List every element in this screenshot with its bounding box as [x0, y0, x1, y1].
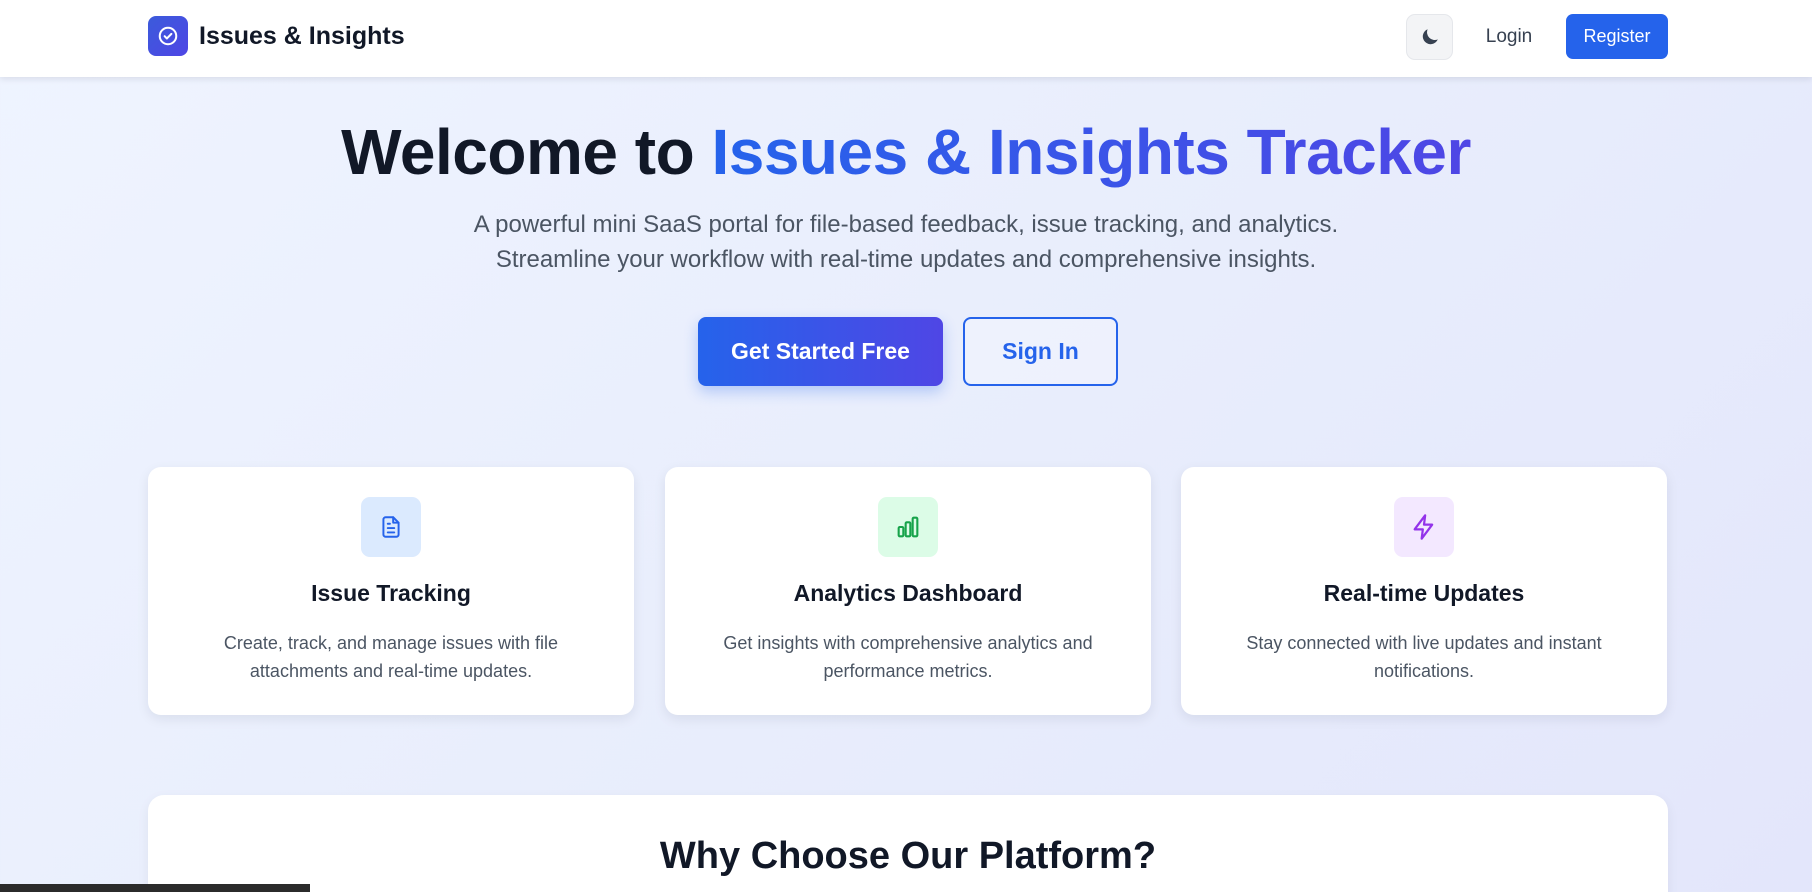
feature-card-analytics-dashboard: Analytics Dashboard Get insights with co…	[665, 467, 1151, 715]
feature-title: Issue Tracking	[311, 580, 471, 606]
feature-card-issue-tracking: Issue Tracking Create, track, and manage…	[148, 467, 634, 715]
bar-chart-icon	[878, 497, 938, 557]
section-title: Why Choose Our Platform?	[659, 835, 1157, 877]
feature-card-real-time-updates: Real-time Updates Stay connected with li…	[1181, 467, 1667, 715]
feature-description: Stay connected with live updates and ins…	[1246, 633, 1602, 681]
theme-toggle-button[interactable]	[1406, 14, 1453, 60]
moon-icon	[1422, 29, 1438, 45]
hero-title-accent: Issues & Insights Tracker	[711, 116, 1471, 188]
check-circle-icon	[148, 16, 188, 56]
login-link[interactable]: Login	[1472, 14, 1546, 60]
document-icon	[361, 497, 421, 557]
lightning-icon	[1394, 497, 1454, 557]
bottom-overlay-bar	[0, 884, 310, 892]
feature-description: Get insights with comprehensive analytic…	[723, 633, 1093, 681]
hero-subtitle-line-2: Streamline your workflow with real-time …	[495, 246, 1317, 273]
hero-title: Welcome to Issues & Insights Tracker	[0, 112, 1812, 192]
get-started-button[interactable]: Get Started Free	[698, 317, 943, 386]
why-choose-section: Why Choose Our Platform?	[148, 795, 1668, 892]
feature-title: Real-time Updates	[1323, 580, 1525, 606]
hero-title-prefix: Welcome to	[341, 116, 712, 188]
top-navbar: Issues & Insights Login Register	[0, 0, 1812, 77]
feature-description: Create, track, and manage issues with fi…	[223, 633, 559, 681]
brand-name: Issues & Insights	[199, 21, 405, 50]
register-button[interactable]: Register	[1566, 14, 1668, 59]
sign-in-button[interactable]: Sign In	[963, 317, 1118, 386]
brand[interactable]: Issues & Insights	[148, 16, 405, 56]
feature-title: Analytics Dashboard	[793, 580, 1023, 606]
hero-subtitle: A powerful mini SaaS portal for file-bas…	[0, 207, 1812, 277]
hero-subtitle-line-1: A powerful mini SaaS portal for file-bas…	[473, 211, 1339, 238]
